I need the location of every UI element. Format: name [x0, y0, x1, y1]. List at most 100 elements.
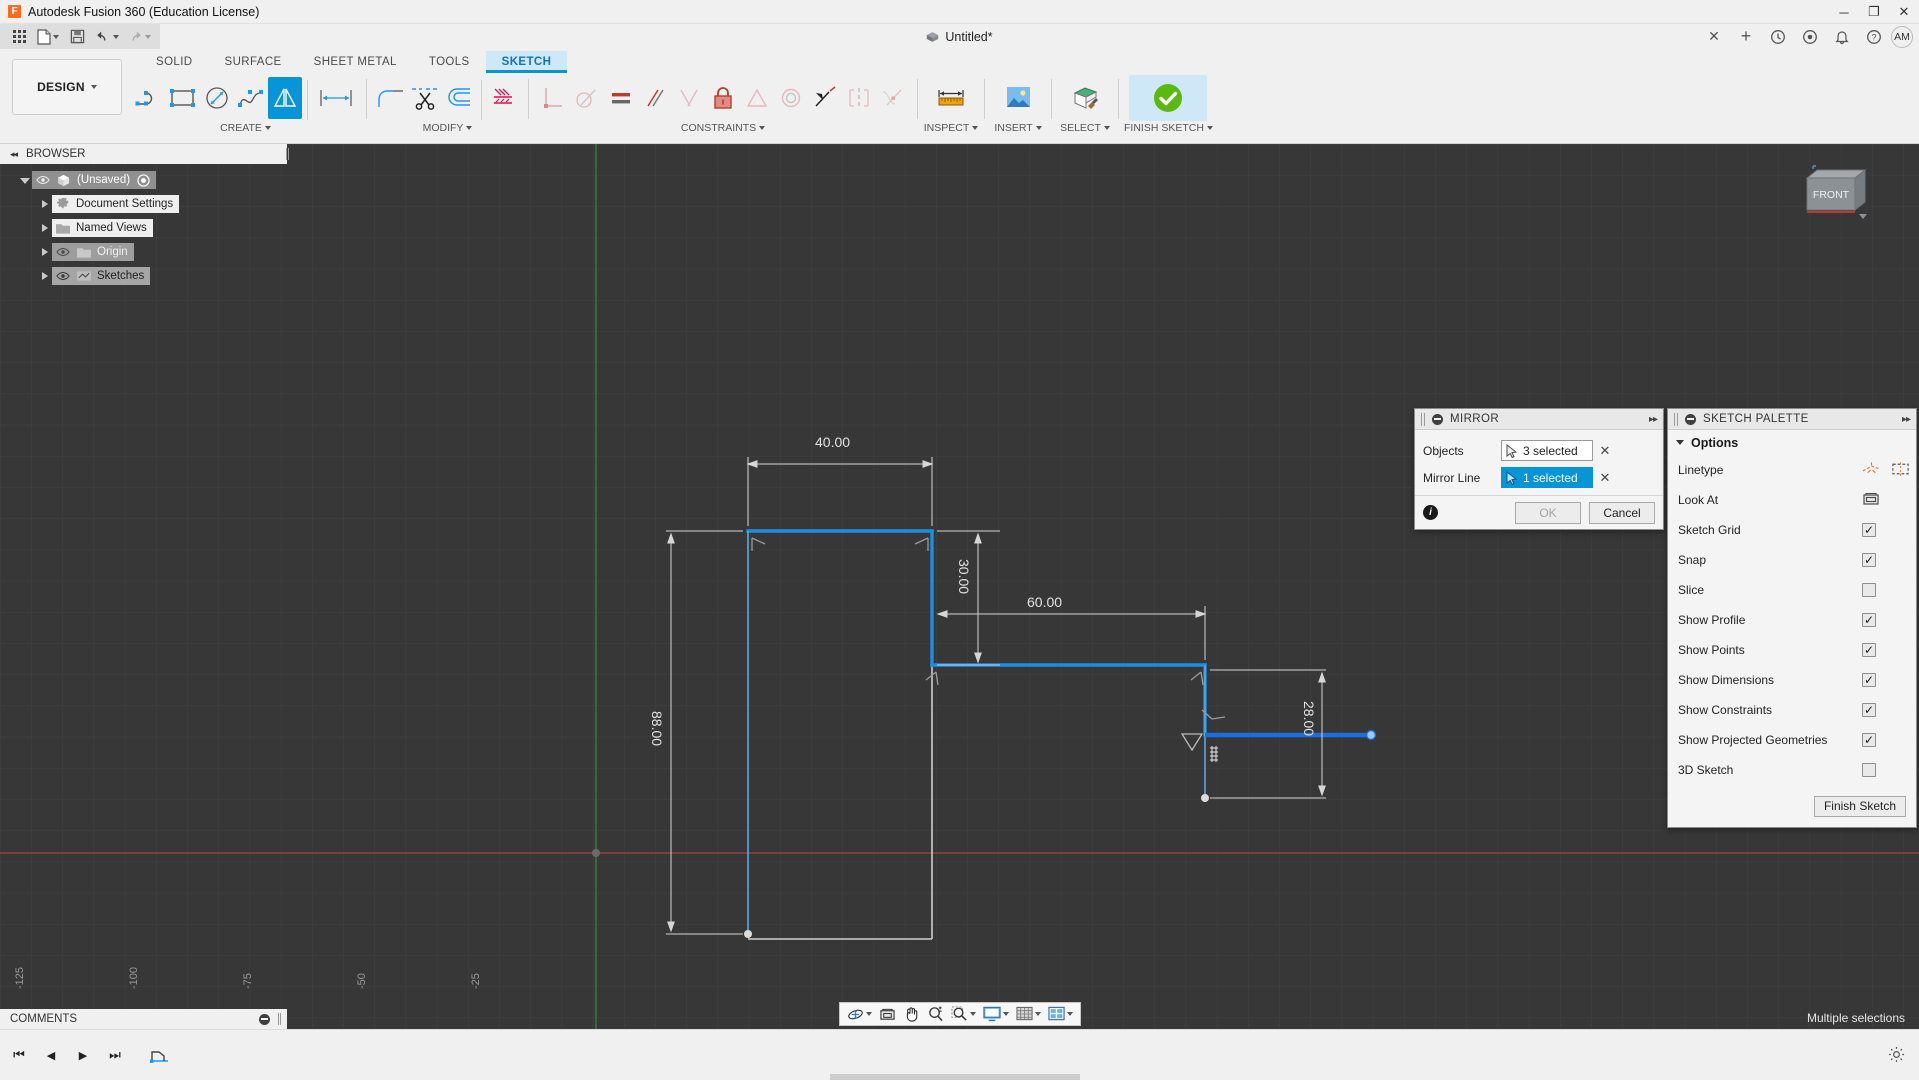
show-points-checkbox[interactable] [1862, 643, 1876, 657]
construction-line-icon[interactable] [1862, 461, 1881, 480]
expander-toggle[interactable] [38, 200, 52, 208]
info-icon[interactable]: i [1423, 505, 1438, 520]
constraint-collinear-icon[interactable] [570, 77, 604, 119]
comments-collapse-icon[interactable] [259, 1013, 270, 1025]
close-document-button[interactable]: ✕ [1699, 24, 1729, 49]
grid-apps-icon[interactable] [6, 25, 32, 48]
visibility-eye-icon[interactable] [55, 270, 70, 282]
avatar[interactable]: AM [1891, 25, 1913, 48]
look-at-icon[interactable] [876, 1003, 899, 1025]
sketch-grid-checkbox[interactable] [1862, 523, 1876, 537]
finish-sketch-button[interactable]: Finish Sketch [1813, 795, 1906, 817]
constraint-symmetry-icon[interactable] [842, 77, 876, 119]
insert-image-icon[interactable] [992, 75, 1044, 121]
tab-surface[interactable]: SURFACE [209, 51, 298, 73]
sketch-dimension-icon[interactable] [313, 77, 359, 119]
dimension-label-28[interactable]: 28.00 [1301, 701, 1317, 736]
cancel-button[interactable]: Cancel [1589, 501, 1655, 524]
constraint-perpendicular-icon[interactable] [672, 77, 706, 119]
select-brush-icon[interactable] [1059, 75, 1111, 121]
ok-button[interactable]: OK [1515, 501, 1581, 524]
view-cube[interactable]: FRONT [1789, 154, 1879, 234]
constraint-tangent-icon[interactable] [808, 77, 842, 119]
tab-sheet-metal[interactable]: SHEET METAL [298, 51, 413, 73]
tab-tools[interactable]: TOOLS [413, 51, 486, 73]
spline-icon[interactable] [234, 77, 268, 119]
rectangle-icon[interactable] [166, 77, 200, 119]
constraint-equal-icon[interactable] [604, 77, 638, 119]
close-button[interactable]: ✕ [1889, 0, 1919, 24]
sketch-canvas[interactable]: 40.00 30.00 60.00 88.00 28.00 -125 -100 … [0, 144, 1919, 1029]
timeline-prev-icon[interactable]: ◀ [40, 1044, 62, 1066]
tree-node-origin[interactable]: Origin [18, 242, 295, 262]
tab-solid[interactable]: SOLID [140, 51, 209, 73]
dimension-label-40[interactable]: 40.00 [815, 434, 850, 450]
zoom-window-icon[interactable] [948, 1003, 979, 1025]
constraint-midpoint-icon[interactable] [740, 77, 774, 119]
palette-options-section[interactable]: Options [1668, 430, 1916, 455]
line-icon[interactable] [132, 77, 166, 119]
workspace-selector[interactable]: DESIGN [12, 59, 122, 115]
visibility-eye-icon[interactable] [35, 174, 50, 186]
document-tab[interactable]: Untitled* [926, 30, 993, 44]
constraint-project-icon[interactable] [487, 77, 521, 119]
comments-bar[interactable]: COMMENTS [0, 1009, 287, 1029]
mirror-line-clear-button[interactable]: ✕ [1593, 470, 1617, 486]
sketch-feature-icon[interactable] [146, 1042, 172, 1068]
comments-resize-handle[interactable] [278, 1013, 281, 1025]
timeline-end-icon[interactable]: ⏭ [104, 1044, 126, 1066]
mirror-dialog-header[interactable]: MIRROR ▸▸ [1415, 409, 1663, 430]
snap-checkbox[interactable] [1862, 553, 1876, 567]
tree-node-unsaved[interactable]: (Unsaved) [18, 170, 295, 190]
timeline-begin-icon[interactable]: ⏮ [8, 1044, 30, 1066]
mirror-objects-clear-button[interactable]: ✕ [1593, 443, 1617, 459]
dialog-grip[interactable] [1674, 412, 1678, 426]
constraint-concentric-icon[interactable] [774, 77, 808, 119]
visibility-eye-icon[interactable] [55, 246, 70, 258]
fillet-icon[interactable] [374, 77, 408, 119]
timeline-play-icon[interactable]: ▶ [72, 1044, 94, 1066]
scrollbar-thumb[interactable] [830, 1074, 1080, 1080]
offset-icon[interactable] [442, 77, 476, 119]
sketch-palette[interactable]: SKETCH PALETTE ▸▸ Options Linetype Look … [1667, 408, 1917, 828]
bell-icon[interactable] [1827, 24, 1857, 49]
save-icon[interactable] [64, 25, 90, 48]
measure-ruler-icon[interactable] [925, 75, 977, 121]
palette-expand-icon[interactable]: ▸▸ [1902, 414, 1911, 425]
3d-sketch-checkbox[interactable] [1862, 763, 1876, 777]
constraint-curvature-icon[interactable] [876, 77, 910, 119]
gear-icon[interactable] [1888, 1046, 1905, 1066]
add-document-button[interactable]: + [1731, 24, 1761, 49]
dimension-label-30[interactable]: 30.00 [956, 559, 972, 594]
constraint-fix-lock-icon[interactable] [706, 77, 740, 119]
dialog-expand-icon[interactable]: ▸▸ [1649, 414, 1658, 425]
tree-node-named-views[interactable]: Named Views [18, 218, 295, 238]
show-dimensions-checkbox[interactable] [1862, 673, 1876, 687]
undo-icon[interactable] [92, 25, 122, 48]
maximize-button[interactable]: ❐ [1859, 0, 1889, 24]
centerline-icon[interactable] [1891, 461, 1910, 480]
zoom-icon[interactable] [924, 1003, 947, 1025]
dialog-grip[interactable] [1421, 412, 1425, 426]
job-status-icon[interactable] [1763, 24, 1793, 49]
expander-toggle[interactable] [38, 248, 52, 256]
finish-sketch-check-icon[interactable] [1129, 75, 1208, 121]
dialog-collapse-icon[interactable] [1432, 413, 1443, 425]
palette-collapse-icon[interactable] [1685, 413, 1696, 425]
grid-snaps-icon[interactable] [1013, 1003, 1044, 1025]
expander-toggle[interactable] [18, 177, 32, 184]
constraint-parallel-icon[interactable] [638, 77, 672, 119]
expander-toggle[interactable] [38, 224, 52, 232]
trim-scissors-icon[interactable] [408, 77, 442, 119]
look-at-icon[interactable] [1862, 491, 1880, 510]
sketch-palette-header[interactable]: SKETCH PALETTE ▸▸ [1668, 409, 1916, 430]
pan-hand-icon[interactable] [900, 1003, 923, 1025]
show-constraints-checkbox[interactable] [1862, 703, 1876, 717]
tree-node-sketches[interactable]: Sketches [18, 266, 295, 286]
mirror-dialog[interactable]: MIRROR ▸▸ Objects 3 selected ✕ Mirror Li… [1414, 408, 1664, 530]
redo-icon[interactable] [124, 25, 154, 48]
browser-resize-handle[interactable] [286, 148, 289, 160]
dimension-label-88[interactable]: 88.00 [649, 711, 665, 746]
dimension-label-60[interactable]: 60.00 [1027, 594, 1062, 610]
mirror-objects-selector[interactable]: 3 selected [1501, 440, 1593, 461]
